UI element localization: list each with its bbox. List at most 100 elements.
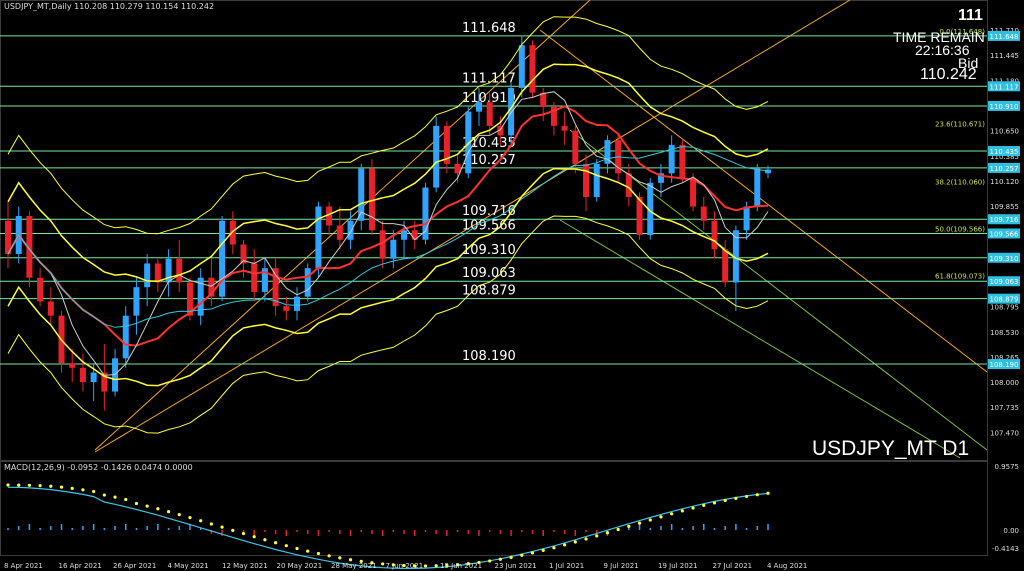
candle-body [154, 263, 161, 283]
date-axis-label: 8 Apr 2021 [4, 562, 43, 570]
macd-signal-dot [595, 534, 599, 538]
macd-signal-dot [27, 483, 32, 487]
macd-signal-dot [113, 495, 117, 499]
main-chart-canvas[interactable]: 111.710111.445111.180110.915110.650110.3… [0, 0, 1024, 571]
candle-body [486, 102, 493, 126]
macd-tick-label: 0.9575 [995, 463, 1020, 471]
price-tick-label: 108.530 [990, 329, 1019, 337]
macd-signal-dot [263, 538, 267, 542]
date-axis-label: 4 Aug 2021 [767, 562, 807, 570]
macd-signal-dot [755, 493, 759, 497]
chart-window[interactable]: 111.710111.445111.180110.915110.650110.3… [0, 0, 1024, 571]
green-trend-upper [569, 129, 988, 451]
price-tick-label: 110.120 [990, 178, 1019, 186]
candle-body [401, 230, 408, 240]
level-price-tag-text: 110.435 [990, 148, 1019, 156]
candle-body [390, 239, 397, 259]
candle-body [518, 45, 525, 88]
candle-body [529, 45, 536, 93]
price-tick-label: 108.000 [990, 379, 1019, 387]
macd-signal-dot [156, 507, 160, 511]
date-axis-label: 7 Jun 2021 [386, 562, 424, 570]
candle-body [679, 144, 686, 179]
macd-signal-dot [659, 515, 663, 519]
level-label: 109.310 [462, 243, 516, 258]
macd-signal-dot [616, 527, 620, 532]
bollinger-outer-upper [7, 16, 769, 235]
date-axis-label: 23 Jun 2021 [495, 562, 537, 570]
candle-body [583, 163, 590, 198]
macd-signal-dot [59, 485, 64, 489]
price-tick-label: 107.735 [990, 404, 1019, 412]
macd-signal-dot [712, 501, 717, 505]
fib-level-label: 50.0(109.566) [935, 225, 985, 233]
macd-signal-dot [520, 553, 524, 557]
date-axis-label: 1 Jul 2021 [549, 562, 584, 570]
macd-signal-dot [637, 521, 642, 525]
macd-signal-dot [766, 491, 770, 495]
date-axis-label: 4 May 2021 [168, 562, 209, 570]
macd-signal-dot [648, 518, 652, 522]
macd-signal-dot [102, 493, 106, 497]
date-axis-label: 15 Jun 2021 [440, 562, 482, 570]
macd-signal-dot [723, 498, 727, 503]
date-axis-label: 9 Jul 2021 [604, 562, 639, 570]
level-label: 108.879 [462, 284, 516, 299]
macd-pane-border [0, 461, 988, 556]
candle-body [765, 169, 771, 174]
fib-level-label: 61.8(109.073) [935, 272, 985, 280]
date-axis-label: 27 Jul 2021 [713, 562, 753, 570]
level-price-tag-text: 109.716 [990, 216, 1019, 224]
price-tick-label: 107.470 [990, 429, 1019, 437]
candle-body [743, 206, 750, 231]
candle-body [722, 249, 729, 283]
ohlc-values: 110.208 110.279 110.154 110.242 [74, 2, 215, 11]
macd-signal-dot [241, 531, 246, 536]
price-tick-label: 109.855 [990, 203, 1019, 211]
candle-body [122, 315, 129, 359]
candle-body [47, 301, 54, 316]
macd-tick-label: 0.00 [1003, 527, 1019, 535]
macd-signal-dot [81, 488, 85, 492]
level-price-tag-text: 108.190 [990, 361, 1019, 369]
fib-level-label: 38.2(110.060) [935, 179, 985, 187]
candle-body [176, 258, 183, 283]
macd-signal-dot [423, 564, 428, 568]
candle-body [572, 130, 579, 164]
candle-body [251, 263, 258, 292]
candle-body [294, 296, 301, 311]
macd-signal-dot [734, 496, 738, 500]
macd-signal-dot [70, 486, 74, 490]
candle-body [304, 268, 311, 297]
macd-signal-dot [338, 556, 342, 560]
ma-red [7, 105, 769, 347]
green-trend-lower [559, 219, 961, 459]
level-price-tag-text: 110.257 [990, 165, 1019, 173]
level-price-tag-text: 111.648 [990, 33, 1019, 41]
level-price-tag-text: 111.117 [990, 83, 1019, 91]
candle-body [690, 178, 697, 207]
level-price-tag-text: 108.879 [990, 296, 1019, 304]
candle-body [711, 220, 718, 250]
macd-signal-dot [188, 516, 192, 520]
macd-signal-dot [627, 524, 631, 528]
bid-value: 110.242 [920, 66, 977, 83]
macd-line [7, 486, 769, 570]
macd-signal-dot [92, 489, 96, 494]
level-label: 109.063 [462, 266, 516, 281]
date-axis-label: 16 Apr 2021 [59, 562, 102, 570]
macd-header: MACD(12,26,9) -0.0952 -0.1426 0.0474 0.0… [4, 463, 193, 472]
level-price-tag-text: 109.063 [990, 278, 1019, 286]
candle-body [347, 220, 354, 240]
date-axis-label: 26 Apr 2021 [113, 562, 156, 570]
macd-signal-dot [177, 512, 181, 517]
macd-signal-dot [605, 531, 610, 535]
macd-signal-dot [274, 541, 278, 545]
macd-signal-dot [295, 546, 299, 551]
macd-signal-dot [670, 512, 674, 516]
candle-body [700, 206, 707, 221]
level-label: 108.190 [462, 349, 516, 364]
macd-signal-dot [509, 555, 513, 559]
macd-signal-dot [584, 537, 588, 541]
macd-signal-dot [134, 501, 139, 506]
